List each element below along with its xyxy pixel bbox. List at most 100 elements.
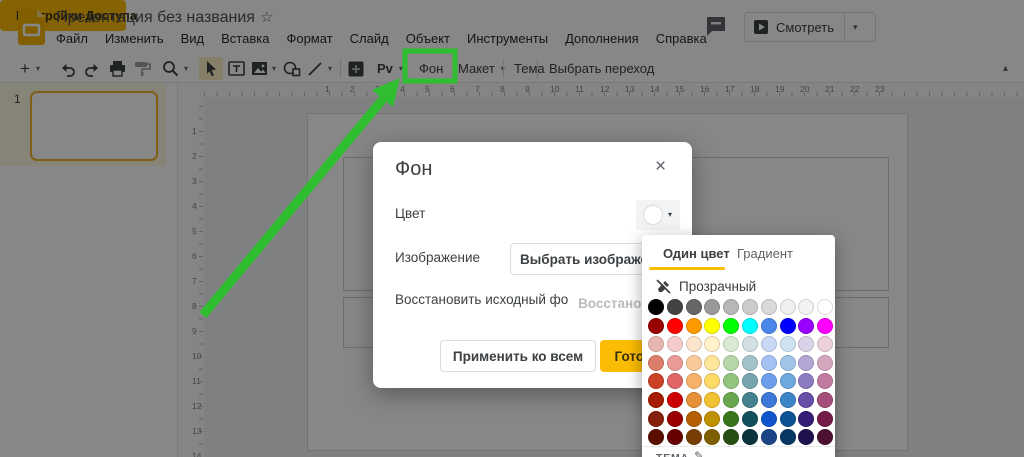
color-swatch-7-5[interactable] xyxy=(742,429,758,445)
color-swatch-4-9[interactable] xyxy=(817,373,833,389)
tab-gradient[interactable]: Градиент xyxy=(737,246,793,261)
color-swatch-6-1[interactable] xyxy=(667,411,683,427)
color-swatch-2-1[interactable] xyxy=(667,336,683,352)
color-swatch-5-0[interactable] xyxy=(648,392,664,408)
color-palette-grid xyxy=(648,299,833,445)
color-swatch-1-8[interactable] xyxy=(798,318,814,334)
color-swatch-2-0[interactable] xyxy=(648,336,664,352)
color-swatch-0-6[interactable] xyxy=(761,299,777,315)
color-swatch-3-4[interactable] xyxy=(723,355,739,371)
color-swatch-3-3[interactable] xyxy=(704,355,720,371)
color-swatch-5-8[interactable] xyxy=(798,392,814,408)
color-swatch-7-7[interactable] xyxy=(780,429,796,445)
color-swatch-6-6[interactable] xyxy=(761,411,777,427)
color-swatch-0-2[interactable] xyxy=(686,299,702,315)
close-icon[interactable]: × xyxy=(655,156,666,178)
color-swatch-2-9[interactable] xyxy=(817,336,833,352)
color-swatch-6-0[interactable] xyxy=(648,411,664,427)
color-swatch-4-8[interactable] xyxy=(798,373,814,389)
color-swatch-4-6[interactable] xyxy=(761,373,777,389)
color-swatch-7-6[interactable] xyxy=(761,429,777,445)
color-swatch-6-4[interactable] xyxy=(723,411,739,427)
theme-colors-footer[interactable]: ТЕМА ✎ xyxy=(642,446,835,457)
color-swatch-2-5[interactable] xyxy=(742,336,758,352)
color-swatch-6-3[interactable] xyxy=(704,411,720,427)
color-swatch-0-8[interactable] xyxy=(798,299,814,315)
color-swatch-7-2[interactable] xyxy=(686,429,702,445)
color-swatch-7-3[interactable] xyxy=(704,429,720,445)
color-swatch-7-8[interactable] xyxy=(798,429,814,445)
dialog-title: Фон xyxy=(395,158,432,181)
color-swatch-2-4[interactable] xyxy=(723,336,739,352)
theme-section-label: ТЕМА xyxy=(656,452,689,457)
color-swatch-1-5[interactable] xyxy=(742,318,758,334)
color-swatch-5-4[interactable] xyxy=(723,392,739,408)
color-swatch-2-6[interactable] xyxy=(761,336,777,352)
color-swatch-0-4[interactable] xyxy=(723,299,739,315)
color-swatch-1-3[interactable] xyxy=(704,318,720,334)
color-swatch-4-7[interactable] xyxy=(780,373,796,389)
color-picker-popup: Один цвет Градиент Прозрачный ТЕМА ✎ xyxy=(642,235,835,457)
transparent-label: Прозрачный xyxy=(679,279,756,294)
color-swatch-caret: ▾ xyxy=(668,210,672,219)
color-swatch-7-9[interactable] xyxy=(817,429,833,445)
color-swatch-1-1[interactable] xyxy=(667,318,683,334)
color-swatch-0-0[interactable] xyxy=(648,299,664,315)
color-swatch-1-9[interactable] xyxy=(817,318,833,334)
color-swatch-2-2[interactable] xyxy=(686,336,702,352)
color-swatch-6-7[interactable] xyxy=(780,411,796,427)
color-swatch-6-9[interactable] xyxy=(817,411,833,427)
reset-row-label: Восстановить исходный фон xyxy=(395,292,576,307)
color-swatch-7-0[interactable] xyxy=(648,429,664,445)
color-swatch-7-1[interactable] xyxy=(667,429,683,445)
selected-color-circle xyxy=(643,205,663,225)
color-swatch-3-5[interactable] xyxy=(742,355,758,371)
color-swatch-5-1[interactable] xyxy=(667,392,683,408)
color-swatch-0-9[interactable] xyxy=(817,299,833,315)
color-swatch-0-3[interactable] xyxy=(704,299,720,315)
color-swatch-4-1[interactable] xyxy=(667,373,683,389)
color-swatch-1-4[interactable] xyxy=(723,318,739,334)
color-swatch-0-1[interactable] xyxy=(667,299,683,315)
color-swatch-3-6[interactable] xyxy=(761,355,777,371)
color-swatch-3-1[interactable] xyxy=(667,355,683,371)
tab-solid-color[interactable]: Один цвет xyxy=(663,246,730,261)
color-swatch-5-3[interactable] xyxy=(704,392,720,408)
color-swatch-7-4[interactable] xyxy=(723,429,739,445)
color-swatch-button[interactable]: ▾ xyxy=(636,200,680,230)
color-swatch-4-0[interactable] xyxy=(648,373,664,389)
color-swatch-3-9[interactable] xyxy=(817,355,833,371)
color-swatch-4-5[interactable] xyxy=(742,373,758,389)
color-swatch-0-5[interactable] xyxy=(742,299,758,315)
color-swatch-5-7[interactable] xyxy=(780,392,796,408)
color-swatch-1-0[interactable] xyxy=(648,318,664,334)
color-swatch-6-5[interactable] xyxy=(742,411,758,427)
color-swatch-3-2[interactable] xyxy=(686,355,702,371)
color-swatch-2-8[interactable] xyxy=(798,336,814,352)
color-swatch-0-7[interactable] xyxy=(780,299,796,315)
edit-pencil-icon[interactable]: ✎ xyxy=(694,449,704,457)
color-swatch-2-3[interactable] xyxy=(704,336,720,352)
color-swatch-4-4[interactable] xyxy=(723,373,739,389)
transparent-slash-icon xyxy=(655,278,672,295)
transparent-option[interactable]: Прозрачный xyxy=(642,275,835,299)
color-swatch-3-0[interactable] xyxy=(648,355,664,371)
active-tab-underline xyxy=(649,267,725,270)
image-row-label: Изображение xyxy=(395,250,480,265)
color-swatch-1-2[interactable] xyxy=(686,318,702,334)
color-swatch-1-7[interactable] xyxy=(780,318,796,334)
color-swatch-5-2[interactable] xyxy=(686,392,702,408)
color-swatch-1-6[interactable] xyxy=(761,318,777,334)
color-swatch-4-3[interactable] xyxy=(704,373,720,389)
color-swatch-5-9[interactable] xyxy=(817,392,833,408)
color-swatch-6-8[interactable] xyxy=(798,411,814,427)
color-swatch-3-7[interactable] xyxy=(780,355,796,371)
google-slides-window: { "header": { "title": "Презентация без … xyxy=(0,0,1024,457)
color-swatch-3-8[interactable] xyxy=(798,355,814,371)
color-swatch-5-5[interactable] xyxy=(742,392,758,408)
color-swatch-6-2[interactable] xyxy=(686,411,702,427)
color-swatch-5-6[interactable] xyxy=(761,392,777,408)
color-swatch-2-7[interactable] xyxy=(780,336,796,352)
apply-to-all-button[interactable]: Применить ко всем xyxy=(440,340,596,372)
color-swatch-4-2[interactable] xyxy=(686,373,702,389)
